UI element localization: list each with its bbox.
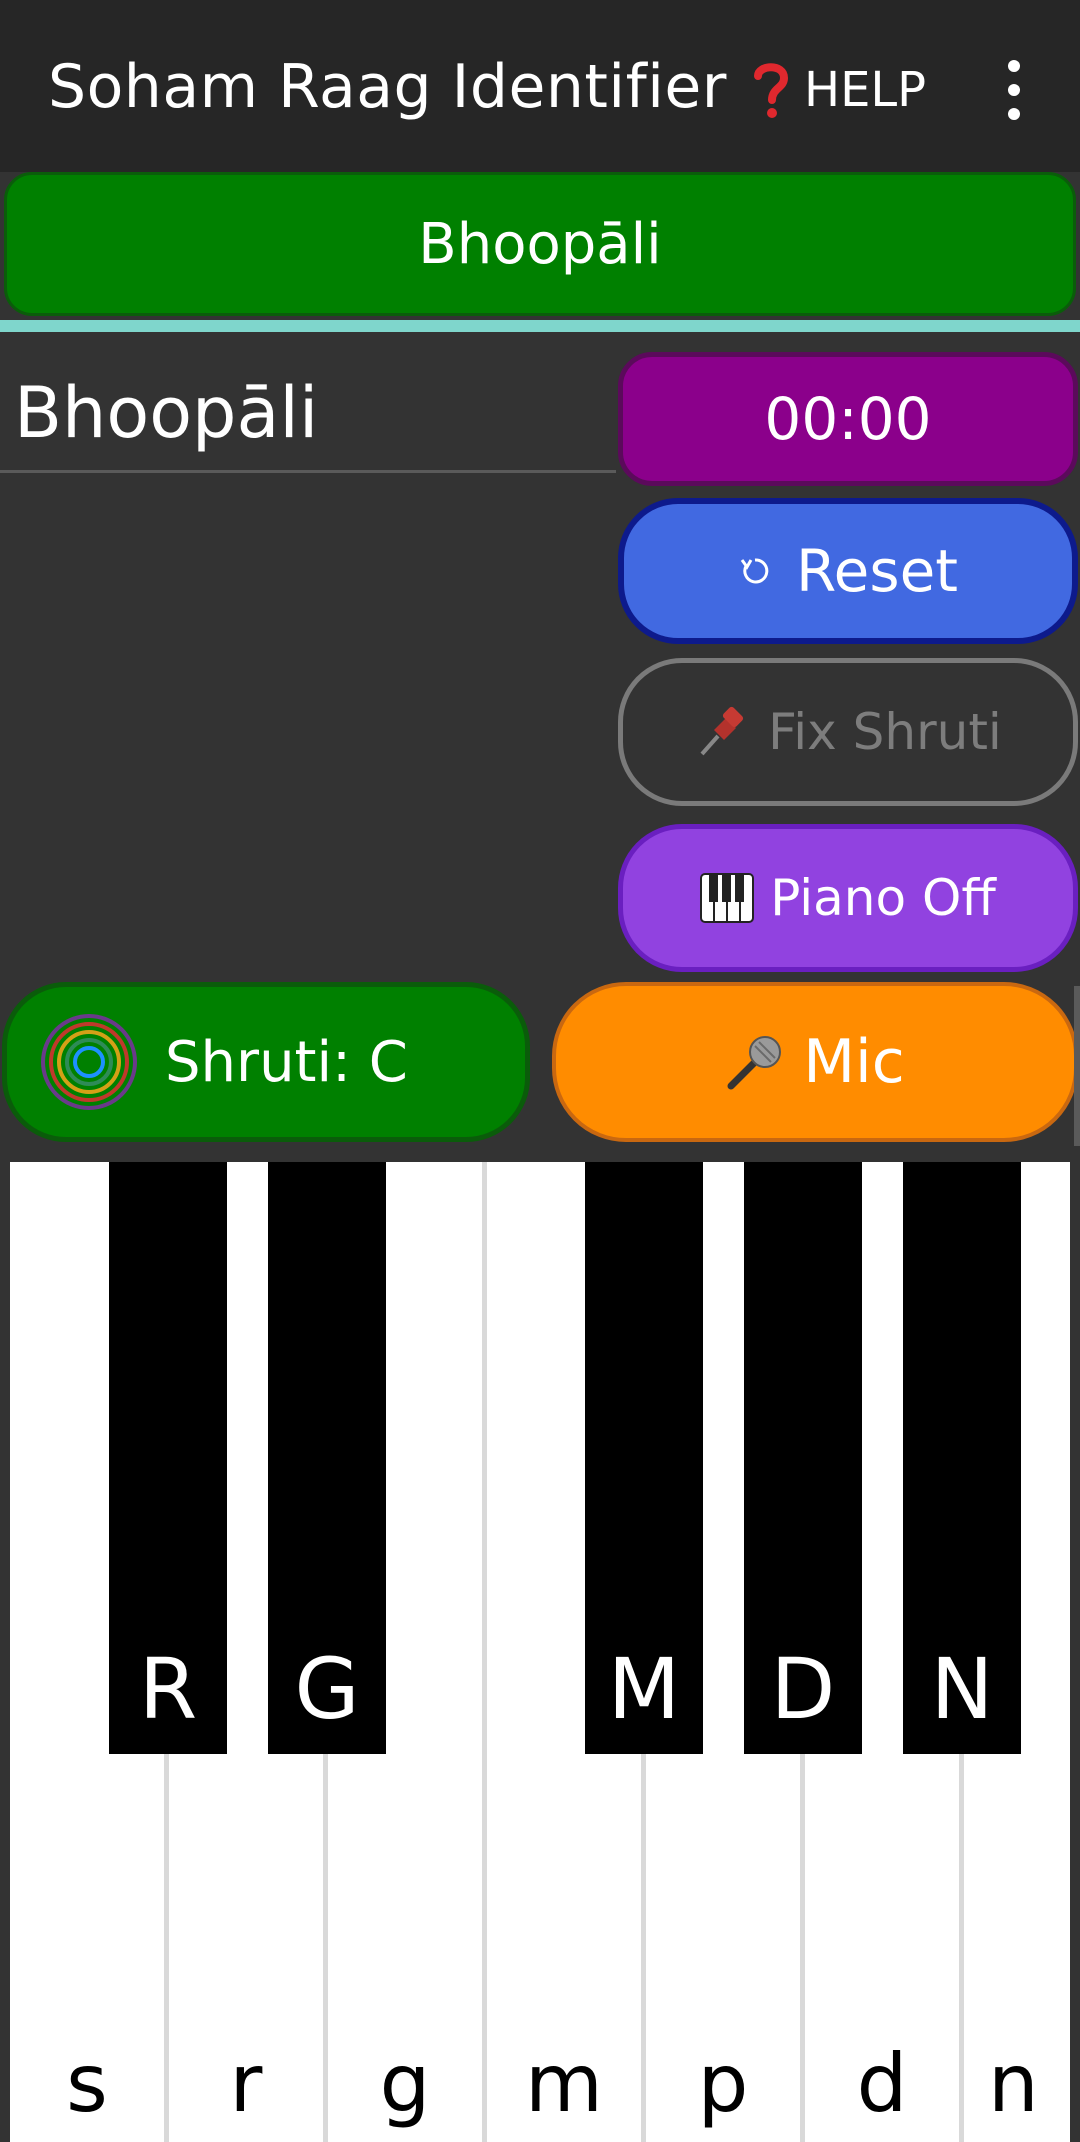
black-key-M[interactable]: M <box>585 1162 703 1754</box>
microphone-icon <box>727 1036 782 1090</box>
mic-label: Mic <box>803 1027 905 1097</box>
piano-toggle-button[interactable]: Piano Off <box>618 824 1078 972</box>
kebab-menu-icon[interactable] <box>1000 60 1028 120</box>
black-key-N[interactable]: N <box>903 1162 1021 1754</box>
black-key-G[interactable]: G <box>268 1162 386 1754</box>
white-key-label: r <box>229 2037 263 2130</box>
white-key-label: m <box>525 2037 603 2130</box>
piano-keyboard: s r g m p d n R G M D N <box>10 1162 1070 2142</box>
field-underline <box>0 470 616 473</box>
shruti-button[interactable]: Shruti: C <box>2 982 530 1142</box>
refresh-icon <box>740 558 769 584</box>
white-key-label: s <box>66 2037 108 2130</box>
raag-banner[interactable]: Bhoopāli <box>4 172 1076 316</box>
white-key-label: n <box>988 2037 1039 2130</box>
black-key-D[interactable]: D <box>744 1162 862 1754</box>
pushpin-icon <box>700 706 744 756</box>
black-key-R[interactable]: R <box>109 1162 227 1754</box>
help-button[interactable]: HELP <box>752 56 926 124</box>
shruti-label: Shruti: C <box>165 1029 408 1095</box>
white-key-label: p <box>697 2037 749 2130</box>
keyboard-edge <box>0 1162 10 2142</box>
black-key-label: G <box>294 1640 360 1738</box>
white-key-label: d <box>856 2037 908 2130</box>
reset-label: Reset <box>795 537 959 605</box>
scrollbar[interactable] <box>1074 986 1080 1146</box>
piano-label: Piano Off <box>770 869 996 927</box>
black-key-label: M <box>607 1640 681 1738</box>
app-bar: Soham Raag Identifier HELP <box>0 0 1080 172</box>
timer-display[interactable]: 00:00 <box>618 352 1078 486</box>
black-key-label: D <box>770 1640 836 1738</box>
timer-value: 00:00 <box>764 385 932 453</box>
fix-shruti-button[interactable]: Fix Shruti <box>618 658 1078 806</box>
app-title: Soham Raag Identifier <box>48 52 727 122</box>
divider <box>0 320 1080 332</box>
raag-name-field[interactable]: Bhoopāli <box>14 372 318 454</box>
fix-shruti-label: Fix Shruti <box>768 703 1002 761</box>
black-key-label: N <box>930 1640 994 1738</box>
circle-logo-icon <box>41 1014 137 1110</box>
white-key-label: g <box>379 2037 431 2130</box>
black-key-label: R <box>138 1640 198 1738</box>
reset-button[interactable]: Reset <box>618 498 1078 644</box>
mic-button[interactable]: Mic <box>552 982 1078 1142</box>
piano-icon <box>700 873 755 923</box>
question-mark-icon <box>754 63 789 118</box>
keyboard-edge <box>1070 1162 1080 2142</box>
help-label: HELP <box>804 62 927 118</box>
